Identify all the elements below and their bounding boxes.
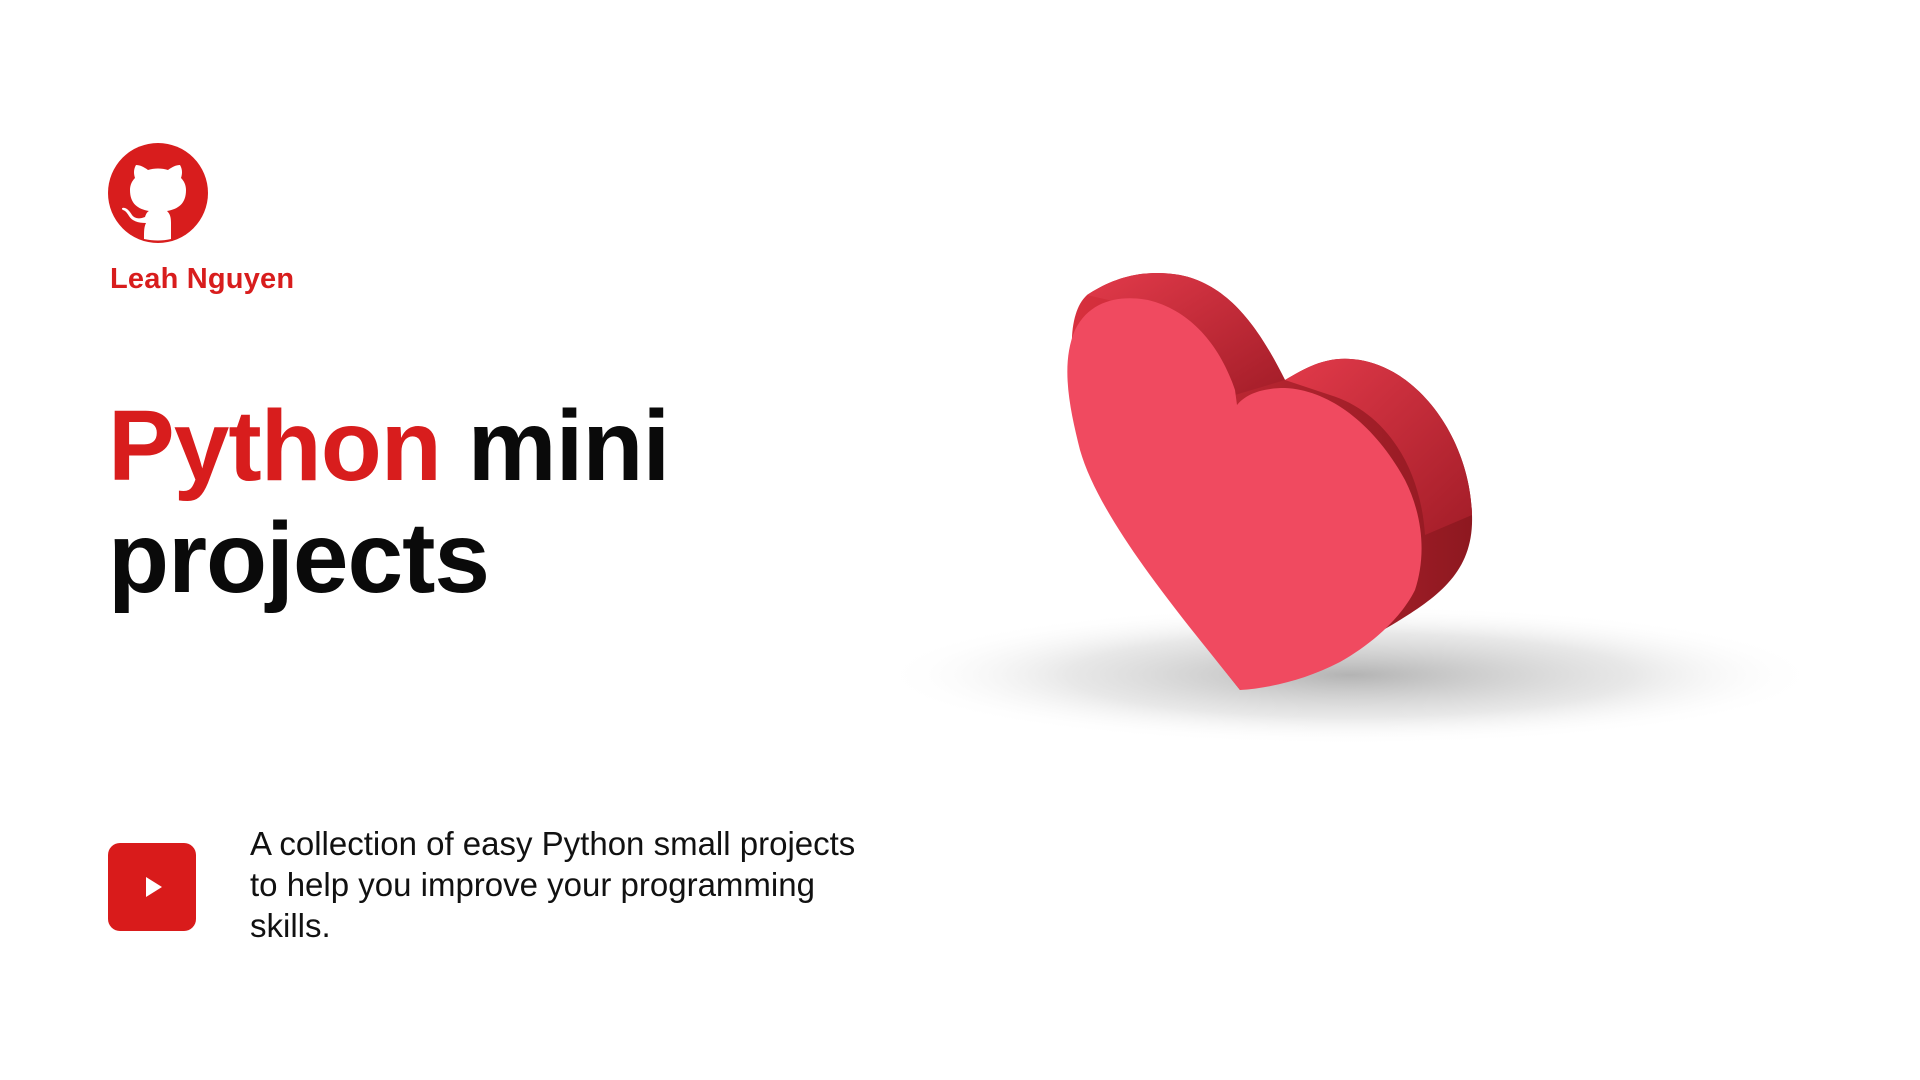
github-logo[interactable] (108, 143, 208, 243)
youtube-play-button[interactable] (108, 843, 196, 931)
play-icon (146, 877, 162, 897)
author-name: Leah Nguyen (110, 263, 295, 295)
title-rest-line2: projects (108, 502, 490, 614)
description-text: A collection of easy Python small projec… (250, 825, 856, 944)
github-icon (108, 143, 208, 243)
heart-icon (880, 272, 1820, 745)
title-accent: Python (108, 390, 442, 502)
page-title: Python mini projects (108, 390, 908, 614)
heart-illustration (880, 270, 1840, 790)
title-rest-line1: mini (440, 390, 671, 502)
